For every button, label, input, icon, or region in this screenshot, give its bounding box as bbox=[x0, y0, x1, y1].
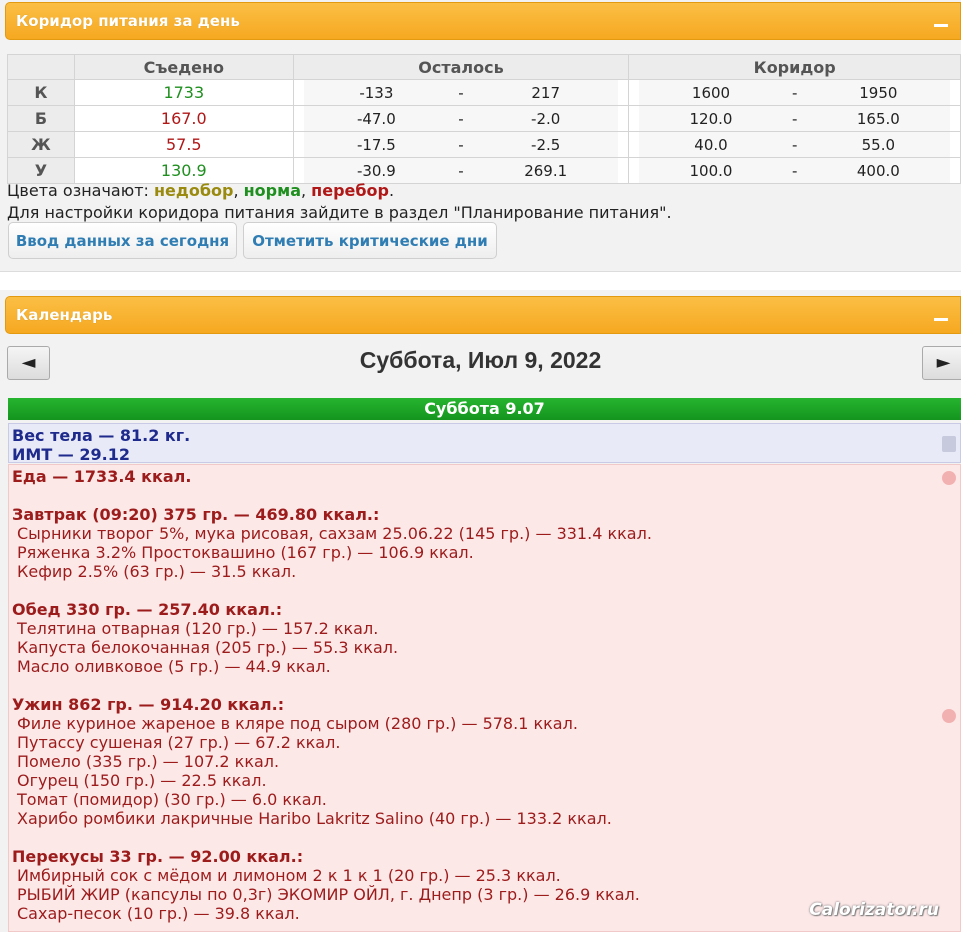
range-dash: - bbox=[791, 135, 798, 154]
remaining-max: -2.5 bbox=[531, 135, 561, 154]
corridor-table: Съедено Осталось Коридор К 1733 -133 - 217… bbox=[7, 54, 961, 184]
legend-end: . bbox=[388, 181, 395, 200]
remaining-min: -133 bbox=[359, 83, 394, 102]
remaining-min: -17.5 bbox=[356, 135, 396, 154]
legend-sep: , bbox=[300, 181, 312, 200]
list-item: Помело (335 гр.) — 107.2 ккал. bbox=[17, 752, 280, 771]
corridor-max: 165.0 bbox=[856, 109, 900, 128]
corridor-panel-header[interactable]: Коридор питания за день bbox=[5, 2, 961, 40]
corridor-max: 400.0 bbox=[856, 161, 900, 180]
legend-norm: норма bbox=[243, 181, 301, 200]
remaining-max: -2.0 bbox=[531, 109, 561, 128]
meal-title-snacks: Перекусы 33 гр. — 92.00 ккал.: bbox=[12, 847, 304, 866]
list-item: Имбирный сок с мёдом и лимоном 2 к 1 к 1… bbox=[17, 866, 561, 885]
apple-icon bbox=[942, 471, 956, 485]
remaining-min: -47.0 bbox=[356, 109, 396, 128]
table-row: Ж 57.5 -17.5 - -2.5 40.0 - 55.0 bbox=[7, 131, 961, 158]
range-dash: - bbox=[791, 161, 798, 180]
apple-icon bbox=[942, 709, 956, 723]
legend-over: перебор bbox=[311, 181, 389, 200]
legend-prefix: Цвета означают: bbox=[7, 181, 154, 200]
corridor-min: 1600 bbox=[691, 83, 731, 102]
eaten-value: 130.9 bbox=[73, 157, 294, 184]
calendar-panel-header[interactable]: Календарь bbox=[5, 296, 961, 334]
row-label: К bbox=[7, 79, 75, 106]
table-row: У 130.9 -30.9 - 269.1 100.0 - 400.0 bbox=[7, 157, 961, 184]
next-day-button[interactable]: ► bbox=[922, 346, 961, 380]
weight-entry[interactable]: Вес тела — 81.2 кг. ИМТ — 29.12 bbox=[8, 423, 961, 464]
list-item: Сырники творог 5%, мука рисовая, сахзам … bbox=[17, 524, 652, 543]
range-dash: - bbox=[458, 135, 464, 154]
list-item: Филе куриное жареное в кляре под сыром (… bbox=[17, 714, 578, 733]
range-dash: - bbox=[458, 83, 464, 102]
table-row: К 1733 -133 - 217 1600 - 1950 bbox=[7, 79, 961, 106]
meal-title-lunch: Обед 330 гр. — 257.40 ккал.: bbox=[12, 600, 283, 619]
minimize-icon[interactable] bbox=[934, 308, 948, 322]
header-eaten: Съедено bbox=[73, 54, 294, 80]
bmi-value: ИМТ — 29.12 bbox=[12, 445, 130, 464]
corridor-table-header: Съедено Осталось Коридор bbox=[7, 54, 961, 80]
remaining-max: 217 bbox=[531, 83, 560, 102]
header-remaining: Осталось bbox=[292, 54, 630, 80]
eaten-value: 167.0 bbox=[73, 105, 294, 132]
corridor-panel-title: Коридор питания за день bbox=[16, 12, 240, 30]
meal-title-dinner: Ужин 862 гр. — 914.20 ккал.: bbox=[12, 695, 285, 714]
calendar-panel-title: Календарь bbox=[16, 306, 113, 324]
corridor-min: 100.0 bbox=[689, 161, 733, 180]
legend-under: недобор bbox=[154, 181, 234, 200]
list-item: Харибо ромбики лакричные Haribo Lakritz … bbox=[17, 809, 612, 828]
scale-icon bbox=[942, 436, 956, 452]
eaten-value: 1733 bbox=[73, 79, 294, 106]
legend-sep: , bbox=[233, 181, 244, 200]
corridor-max: 1950 bbox=[859, 83, 898, 102]
range-dash: - bbox=[791, 109, 798, 128]
list-item: Масло оливковое (5 гр.) — 44.9 ккал. bbox=[17, 657, 331, 676]
corridor-min: 40.0 bbox=[694, 135, 728, 154]
list-item: Капуста белокочанная (205 гр.) — 55.3 кк… bbox=[17, 638, 399, 657]
remaining-max: 269.1 bbox=[524, 161, 568, 180]
mark-critical-days-button[interactable]: Отметить критические дни bbox=[243, 222, 497, 259]
range-dash: - bbox=[791, 83, 798, 102]
food-entry[interactable]: Еда — 1733.4 ккал. Завтрак (09:20) 375 г… bbox=[8, 464, 961, 932]
row-label: Ж bbox=[7, 131, 75, 158]
meal-title-breakfast: Завтрак (09:20) 375 гр. — 469.80 ккал.: bbox=[12, 505, 380, 524]
eaten-value: 57.5 bbox=[73, 131, 294, 158]
corner-cell bbox=[7, 54, 75, 80]
watermark: Calorizator.ru bbox=[809, 900, 939, 920]
list-item: Путассу сушеная (27 гр.) — 67.2 ккал. bbox=[17, 733, 341, 752]
row-label: У bbox=[7, 157, 75, 184]
table-row: Б 167.0 -47.0 - -2.0 120.0 - 165.0 bbox=[7, 105, 961, 132]
header-corridor: Коридор bbox=[628, 54, 961, 80]
minimize-icon[interactable] bbox=[934, 14, 948, 28]
settings-hint: Для настройки коридора питания зайдите в… bbox=[7, 203, 672, 222]
corridor-max: 55.0 bbox=[861, 135, 896, 154]
list-item: Телятина отварная (120 гр.) — 157.2 ккал… bbox=[17, 619, 379, 638]
corridor-min: 120.0 bbox=[689, 109, 733, 128]
range-dash: - bbox=[458, 109, 464, 128]
enter-today-data-button[interactable]: Ввод данных за сегодня bbox=[8, 222, 237, 259]
remaining-min: -30.9 bbox=[356, 161, 396, 180]
list-item: Кефир 2.5% (63 гр.) — 31.5 ккал. bbox=[17, 562, 297, 581]
day-bar[interactable]: Суббота 9.07 bbox=[8, 398, 961, 420]
range-dash: - bbox=[458, 161, 464, 180]
date-title: Суббота, Июл 9, 2022 bbox=[359, 347, 602, 373]
list-item: Томат (помидор) (30 гр.) — 6.0 ккал. bbox=[17, 790, 327, 809]
list-item: Огурец (150 гр.) — 22.5 ккал. bbox=[17, 771, 267, 790]
color-legend: Цвета означают: недобор, норма, перебор. bbox=[7, 181, 394, 200]
row-label: Б bbox=[7, 105, 75, 132]
food-total: Еда — 1733.4 ккал. bbox=[12, 467, 192, 486]
list-item: Ряженка 3.2% Простоквашино (167 гр.) — 1… bbox=[17, 543, 474, 562]
body-weight: Вес тела — 81.2 кг. bbox=[12, 426, 191, 445]
